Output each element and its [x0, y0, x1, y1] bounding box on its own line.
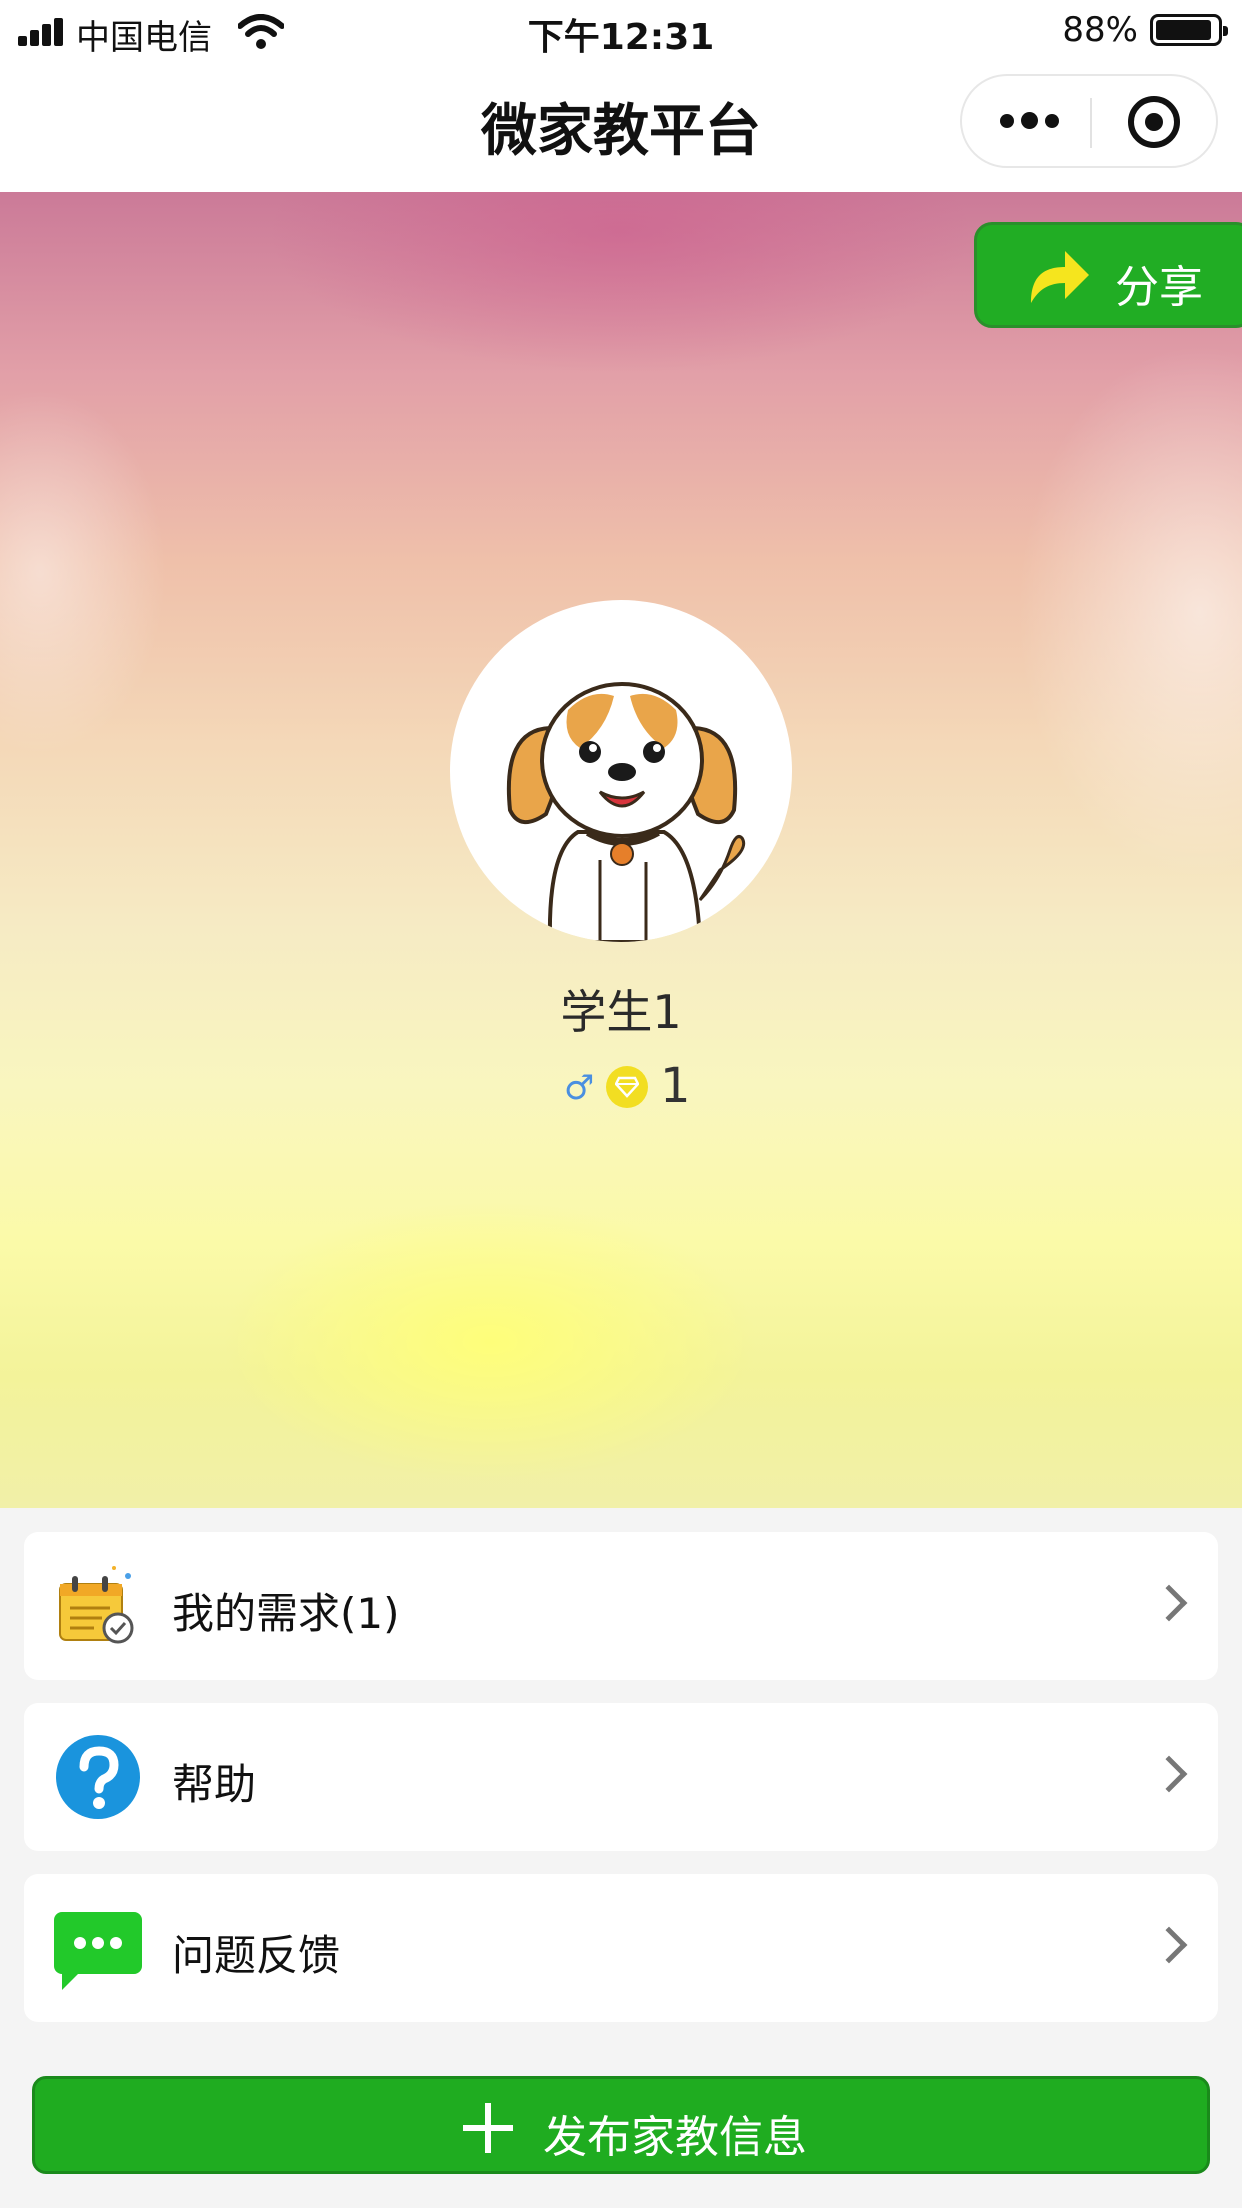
menu-item-label: 我的需求(1): [172, 1589, 400, 1638]
user-meta: ♂ 1: [560, 1056, 760, 1116]
more-options-icon[interactable]: [1000, 104, 1060, 140]
my-requests-item[interactable]: 我的需求(1): [24, 1532, 1218, 1680]
feedback-item[interactable]: 问题反馈: [24, 1874, 1218, 2022]
chat-bubble-icon: [54, 1912, 142, 1990]
menu-item-label: 帮助: [172, 1760, 257, 1809]
clock: 下午12:31: [527, 17, 715, 58]
close-miniprogram-icon[interactable]: [1128, 96, 1180, 148]
battery-percentage: 88%: [1062, 10, 1138, 50]
share-button[interactable]: 分享: [974, 222, 1242, 328]
capsule-divider: [1090, 98, 1092, 148]
help-icon: [56, 1735, 140, 1819]
help-item[interactable]: 帮助: [24, 1703, 1218, 1851]
plus-icon: [463, 2103, 513, 2153]
chevron-right-icon: [1150, 1755, 1188, 1793]
male-gender-icon: ♂: [564, 1068, 595, 1108]
diamond-level-icon: [606, 1066, 648, 1108]
navigation-bar: 微家教平台: [0, 64, 1242, 192]
share-arrow-icon: [1031, 251, 1089, 303]
profile-header: 分享 学生1 ♂ 1: [0, 192, 1242, 1508]
avatar[interactable]: [450, 600, 792, 942]
publish-tutoring-button[interactable]: 发布家教信息: [32, 2076, 1210, 2174]
battery-icon: [1150, 14, 1228, 46]
share-label: 分享: [1115, 262, 1203, 313]
miniprogram-capsule: [960, 74, 1218, 168]
chevron-right-icon: [1150, 1584, 1188, 1622]
publish-label: 发布家教信息: [543, 2112, 807, 2163]
status-bar: 中国电信 下午12:31 88%: [0, 0, 1242, 64]
puppy-avatar-icon: [506, 682, 746, 942]
menu-item-label: 问题反馈: [172, 1931, 341, 1980]
username: 学生1: [560, 985, 682, 1039]
user-level: 1: [660, 1058, 691, 1114]
calendar-check-icon: [59, 1566, 134, 1644]
chevron-right-icon: [1150, 1926, 1188, 1964]
